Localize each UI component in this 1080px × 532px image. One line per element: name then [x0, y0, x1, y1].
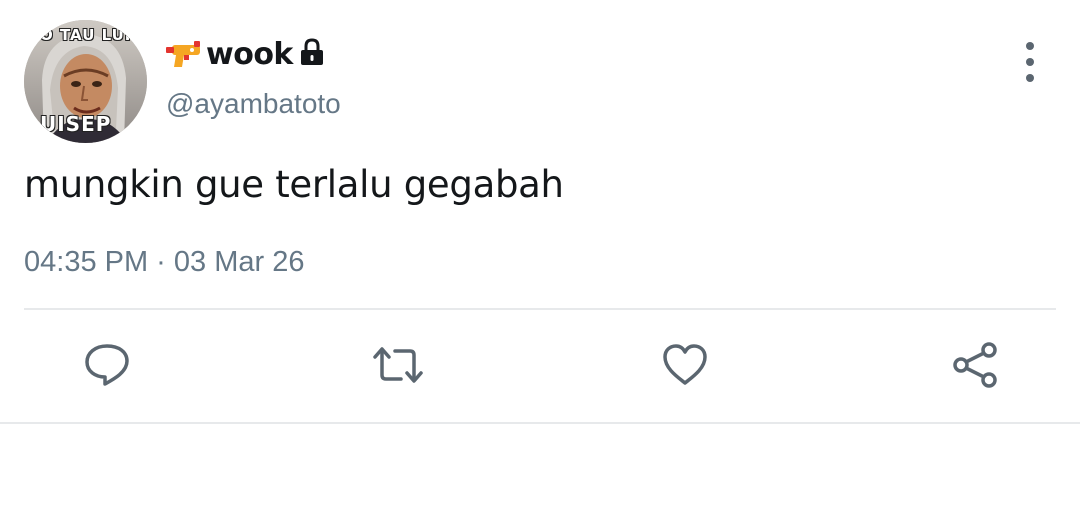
bottom-divider — [0, 422, 1080, 424]
avatar-caption-bottom: UISEP — [40, 112, 112, 136]
tweet-timestamp[interactable]: 04:35 PM · 03 Mar 26 — [24, 246, 304, 279]
like-button[interactable] — [660, 340, 710, 390]
retweet-button[interactable] — [371, 340, 425, 390]
actions-divider — [24, 308, 1056, 310]
share-icon — [953, 342, 997, 388]
more-options-icon[interactable] — [1016, 42, 1044, 82]
share-button[interactable] — [950, 340, 1000, 390]
reply-icon — [85, 344, 129, 386]
reply-button[interactable] — [82, 340, 132, 390]
retweet-icon — [373, 347, 423, 383]
water-gun-icon — [166, 41, 200, 67]
author-handle[interactable]: @ayambatoto — [166, 88, 341, 120]
tweet-text: mungkin gue terlalu gegabah — [24, 163, 564, 206]
avatar-caption-top: O TAU LUIS — [40, 26, 144, 44]
tweet-card[interactable]: O TAU LUIS UISEP wook @ayambatoto mungki… — [0, 0, 1080, 424]
display-name[interactable]: wook — [206, 37, 293, 72]
heart-icon — [663, 344, 707, 385]
author-name-row[interactable]: wook — [164, 34, 325, 74]
lock-icon — [300, 38, 323, 65]
avatar[interactable]: O TAU LUIS UISEP — [24, 20, 147, 143]
